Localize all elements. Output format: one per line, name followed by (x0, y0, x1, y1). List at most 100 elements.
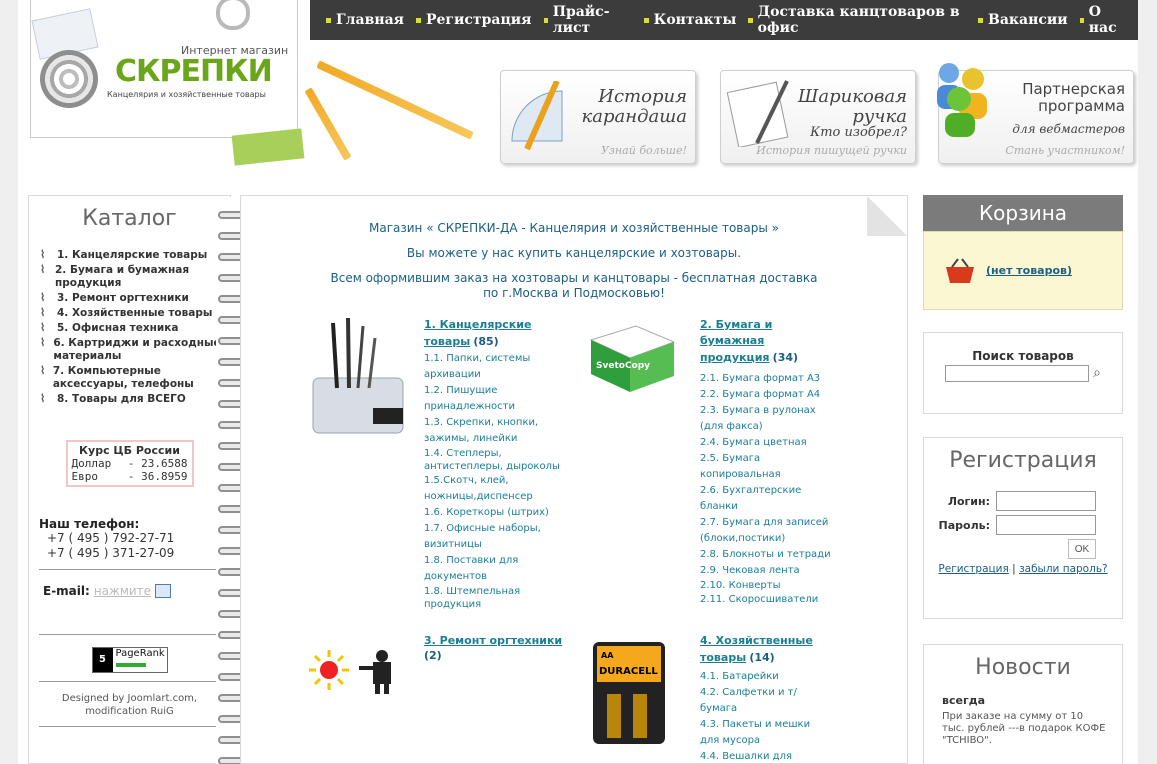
subcategory-link[interactable]: 2.1. Бумага формат А3 (700, 371, 832, 387)
password-label: Пароль: (938, 518, 990, 532)
notebook-pen-icon (727, 80, 789, 147)
login-label: Логин: (947, 494, 990, 508)
subcategory-link[interactable]: 1.3. Скрепки, кнопки, зажимы, линейки (424, 415, 564, 447)
divider (39, 726, 220, 727)
forgot-password-link[interactable]: забыли пароль? (1019, 563, 1108, 575)
ok-button[interactable]: OK (1068, 539, 1096, 559)
catalog-item[interactable]: ⌇ 3. Ремонт оргтехники (40, 292, 230, 305)
banner-ballpoint-pen[interactable]: Шариковая ручка Кто изобрел? История пиш… (720, 70, 916, 164)
banner-title: Шариковая ручка (797, 86, 907, 127)
logo-spiral-icon (40, 50, 98, 108)
intro-text: Магазин « СКРЕПКИ-ДА - Канцелярия и хозя… (241, 221, 907, 301)
subcategory-link[interactable]: 1.2. Пишущие принадлежности (424, 383, 564, 415)
login-input[interactable] (996, 491, 1096, 511)
category-count: (2) (424, 649, 442, 662)
subcategory-link[interactable]: 2.4. Бумага цветная (700, 435, 832, 451)
subcategory-link[interactable]: 4.2. Салфетки и т/бумага (700, 685, 828, 717)
bullet-icon (978, 17, 983, 23)
nav-pricelist[interactable]: Прайс-лист (543, 4, 632, 36)
nav-about[interactable]: О нас (1079, 4, 1126, 36)
batteries-image[interactable]: AA DURACELL (591, 640, 667, 746)
subcategory-link[interactable]: 4.4. Вешалки для (700, 749, 828, 764)
banner-caption: Узнай больше! (600, 144, 687, 157)
paperclip-icon: ⌇ (40, 291, 46, 304)
catalog-item[interactable]: ⌇ 2. Бумага и бумажная продукция (40, 264, 230, 290)
subcategory-link[interactable]: 2.3. Бумага в рулонах (для факса) (700, 403, 832, 435)
cart-empty-link[interactable]: (нет товаров) (986, 264, 1072, 277)
office-repair-image[interactable] (307, 648, 407, 694)
nav-vacancies[interactable]: Вакансии (978, 12, 1068, 28)
category-link[interactable]: 2. Бумага и бумажная продукция (700, 318, 772, 364)
email-link[interactable]: нажмите (94, 584, 151, 598)
paperclip-icon: ⌇ (40, 336, 46, 349)
subcategory-link[interactable]: 1.8. Штемпельная продукция (424, 585, 564, 611)
subcategory-link[interactable]: 2.7. Бумага для записей (блоки,постики) (700, 515, 832, 547)
basket-icon[interactable] (944, 257, 976, 285)
subcategory-link[interactable]: 2.2. Бумага формат А4 (700, 387, 832, 403)
subcategory-link[interactable]: 1.7. Офисные наборы, визитницы (424, 521, 564, 553)
category-count: (85) (473, 335, 499, 348)
nav-contacts[interactable]: Контакты (643, 12, 736, 28)
site-logo[interactable]: Интернет магазин СКРЕПКИ Канцелярия и хо… (30, 0, 298, 138)
registration-box: Регистрация Логин: Пароль: OK Регистраци… (923, 437, 1123, 619)
intro-line: Всем оформившим заказ на хозтовары и кан… (330, 271, 818, 285)
catalog-list: ⌇ 1. Канцелярские товары ⌇ 2. Бумага и бум… (29, 249, 230, 406)
nav-home[interactable]: Главная (326, 12, 404, 28)
catalog-item[interactable]: ⌇ 6. Картриджи и расходные материалы (40, 337, 230, 363)
catalog-item[interactable]: ⌇ 4. Хозяйственные товары (40, 307, 230, 320)
office-supplies-image[interactable] (303, 318, 415, 448)
phone-number: +7 ( 495 ) 371-27-09 (47, 546, 175, 560)
bullet-icon (1079, 17, 1084, 23)
page-curl-decoration (867, 196, 907, 236)
bullet-icon (643, 17, 649, 23)
search-label: Поиск товаров (972, 349, 1074, 363)
catalog-item[interactable]: ⌇ 5. Офисная техника (40, 322, 230, 335)
subcategory-link[interactable]: 1.6. Кореткоры (штрих) (424, 505, 564, 521)
subcategory-link[interactable]: 1.1. Папки, системы архивации (424, 351, 564, 383)
subcategory-link[interactable]: 4.1. Батарейки (700, 669, 828, 685)
catalog-item[interactable]: ⌇ 7. Компьютерные аксессуары, телефоны (40, 365, 230, 391)
logo-brand: СКРЕПКИ (115, 54, 273, 89)
battery-size-label: AA (601, 651, 614, 660)
subcategory-link[interactable]: 2.5. Бумага копировальная (700, 451, 832, 483)
subcategory-link[interactable]: 2.11. Скоросшиватели (700, 593, 832, 606)
subcategory-link[interactable]: 2.10. Конверты (700, 578, 832, 593)
search-icon[interactable]: ⌕ (1093, 365, 1101, 381)
cart-box: Корзина (нет товаров) (923, 195, 1123, 310)
banner-partner-program[interactable]: Партнерская программа для вебмастеров Ст… (937, 63, 1134, 164)
bullet-icon (543, 17, 548, 23)
subcategory-link[interactable]: 4.3. Пакеты и мешки для мусора (700, 717, 828, 749)
nav-delivery[interactable]: Доставка канцтоваров в офис (748, 4, 966, 36)
news-item-text: При заказе на сумму от 10 тыс. рублей --… (942, 711, 1106, 746)
subcategory-link[interactable]: 2.9. Чековая лента (700, 563, 832, 578)
register-link[interactable]: Регистрация (938, 563, 1008, 575)
catalog-item[interactable]: ⌇ 1. Канцелярские товары (40, 249, 230, 262)
nav-registration[interactable]: Регистрация (416, 12, 532, 28)
category-link[interactable]: 3. Ремонт оргтехники (424, 634, 564, 648)
subcategory-link[interactable]: 1.5.Скотч, клей, ножницы,диспенсер (424, 473, 564, 505)
link-separator: | (1012, 563, 1016, 575)
subcategory-link[interactable]: 1.8. Поставки для документов (424, 553, 564, 585)
catalog-item[interactable]: ⌇ 8. Товары для ВСЕГО (40, 393, 230, 406)
protractor-icon (511, 81, 563, 151)
paper-ream-image[interactable]: SvetoCopy (586, 322, 676, 394)
paper-brand-label: SvetoCopy (596, 361, 650, 371)
search-input[interactable] (945, 365, 1090, 382)
cart-title: Корзина (923, 195, 1123, 231)
password-input[interactable] (996, 515, 1096, 535)
subcategory-link[interactable]: 2.6. Бухгалтерские бланки (700, 483, 832, 515)
email-block: E-mail: нажмите (43, 584, 230, 598)
news-item-title[interactable]: всегда (942, 694, 1122, 707)
category-block: 1. Канцелярские товары (85) 1.1. Папки, … (424, 318, 564, 611)
pagerank-badge[interactable]: 5 PageRank (91, 647, 168, 673)
category-block: 2. Бумага и бумажная продукция (34) 2.1.… (700, 318, 832, 606)
news-box: Новости всегда При заказе на сумму от 10… (923, 644, 1123, 764)
intro-line: по г.Москва и Подмосковью! (483, 286, 665, 300)
email-icon[interactable] (155, 584, 172, 598)
top-navigation: Главная Регистрация Прайс-лист Контакты … (310, 0, 1138, 40)
email-label: E-mail: (43, 584, 90, 598)
subcategory-link[interactable]: 1.4. Степлеры, антистеплеры, дыроколы (424, 447, 564, 473)
left-sidebar: Каталог ⌇ 1. Канцелярские товары ⌇ 2. Бума… (28, 195, 231, 764)
banner-pencil-history[interactable]: История карандаша Узнай больше! (500, 70, 696, 164)
subcategory-link[interactable]: 2.8. Блокноты и тетради (700, 547, 832, 563)
